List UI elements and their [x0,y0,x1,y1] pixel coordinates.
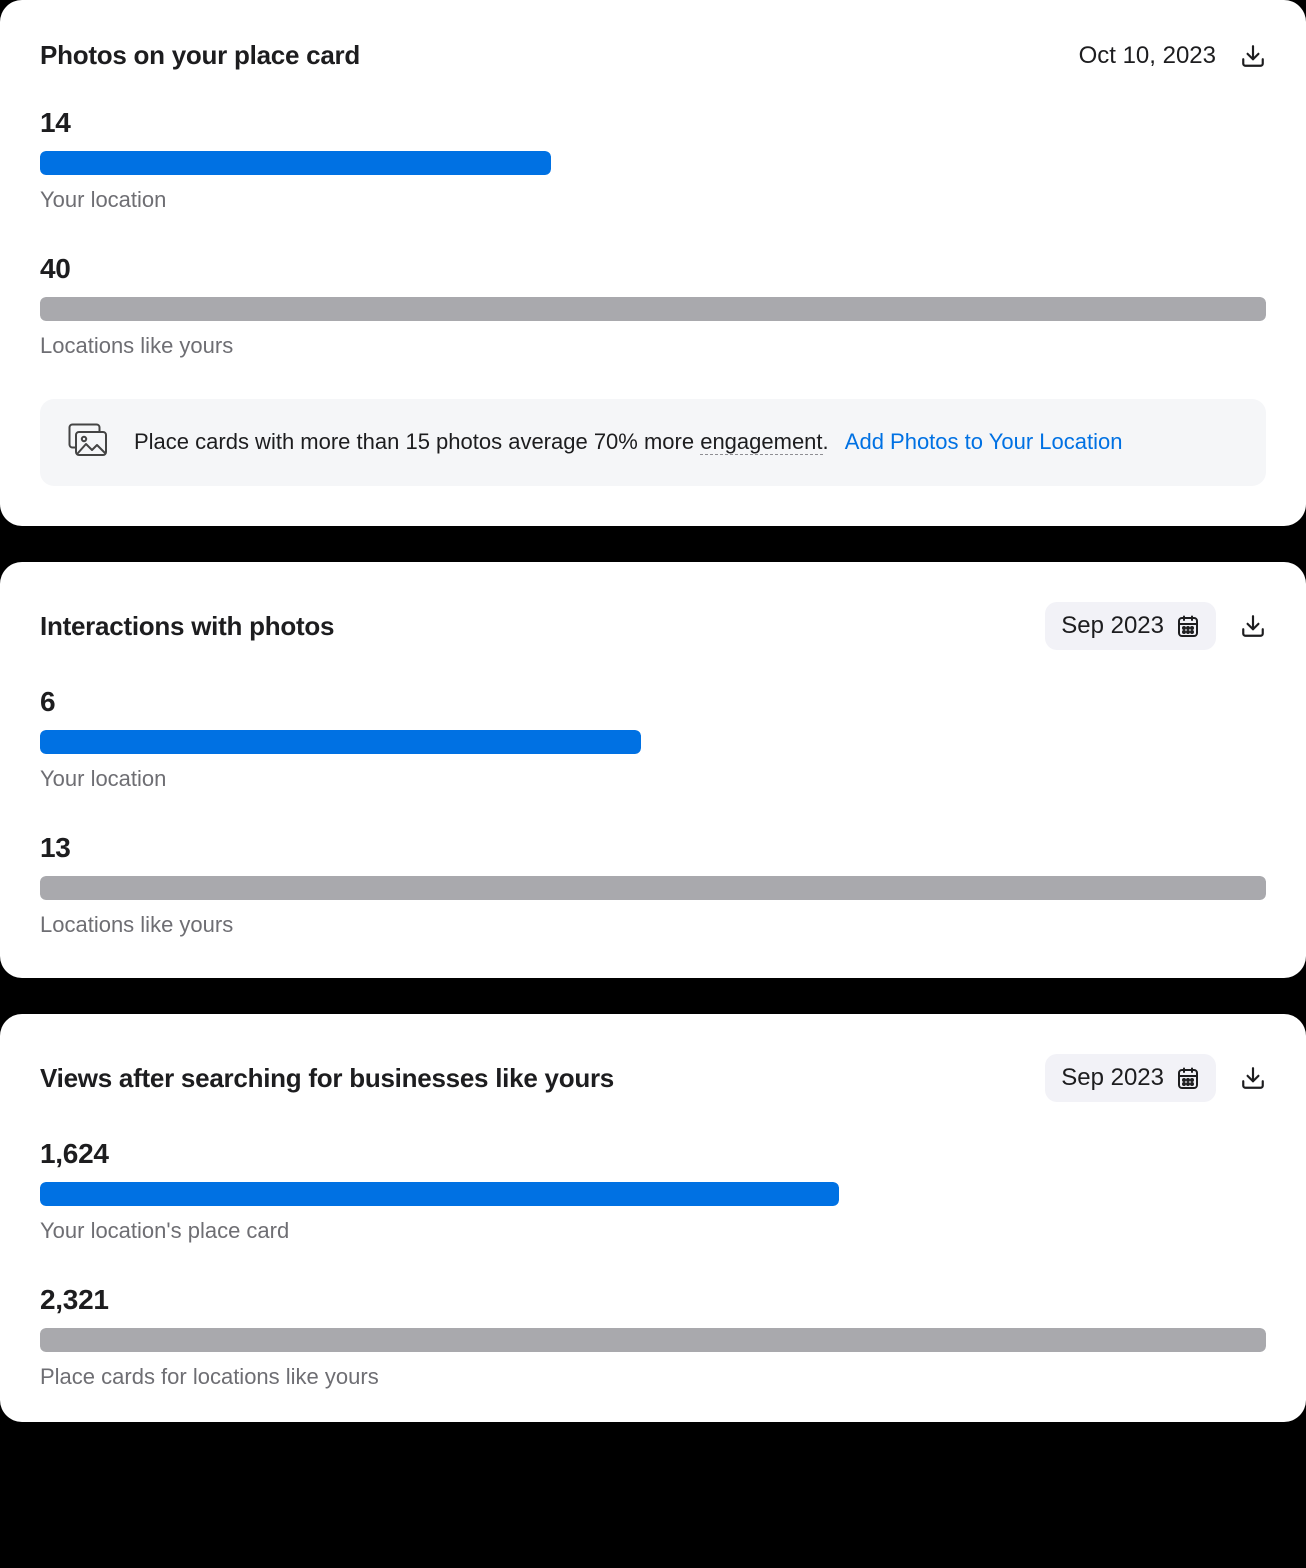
card-title: Views after searching for businesses lik… [40,1063,614,1094]
metric-caption: Locations like yours [40,333,1266,359]
download-button[interactable] [1240,43,1266,69]
date-range-button[interactable]: Sep 2023 [1045,602,1216,650]
bar-fill [40,297,1266,321]
tip-engagement-term: engagement [700,429,822,455]
calendar-icon [1176,614,1200,638]
metric-caption: Your location [40,766,1266,792]
bar-track [40,1182,839,1206]
card-title: Photos on your place card [40,40,360,71]
metric-value: 40 [40,253,1266,285]
tip-text-before: Place cards with more than 15 photos ave… [134,429,700,454]
tip-text: Place cards with more than 15 photos ave… [134,427,1122,458]
bar-track [40,730,641,754]
bar-fill [40,876,1266,900]
metric-value: 14 [40,107,1266,139]
card-header-right: Sep 2023 [1045,602,1266,650]
date-label: Oct 10, 2023 [1079,42,1216,70]
metric-locations-like-yours: 13 Locations like yours [40,832,1266,938]
card-views-after-searching: Views after searching for businesses lik… [0,1014,1306,1422]
bar-track [40,1328,1266,1352]
metric-value: 13 [40,832,1266,864]
calendar-icon [1176,1066,1200,1090]
bar-fill [40,1328,1266,1352]
bar-fill [40,151,551,175]
card-interactions-with-photos: Interactions with photos Sep 2023 6 Your… [0,562,1306,978]
metric-value: 1,624 [40,1138,1266,1170]
photos-icon [68,423,108,462]
metric-your-place-card: 1,624 Your location's place card [40,1138,1266,1244]
card-header: Photos on your place card Oct 10, 2023 [40,40,1266,71]
bar-fill [40,1182,839,1206]
bar-track [40,876,1266,900]
download-icon [1240,43,1266,69]
download-icon [1240,613,1266,639]
date-range-button[interactable]: Sep 2023 [1045,1054,1216,1102]
card-header-right: Oct 10, 2023 [1079,42,1266,70]
download-icon [1240,1065,1266,1091]
metric-caption: Locations like yours [40,912,1266,938]
metric-caption: Place cards for locations like yours [40,1364,1266,1390]
bar-track [40,151,551,175]
metric-locations-like-yours: 2,321 Place cards for locations like you… [40,1284,1266,1390]
metric-your-location: 14 Your location [40,107,1266,213]
download-button[interactable] [1240,1065,1266,1091]
card-header: Views after searching for businesses lik… [40,1054,1266,1102]
metric-caption: Your location [40,187,1266,213]
metric-your-location: 6 Your location [40,686,1266,792]
metric-caption: Your location's place card [40,1218,1266,1244]
metric-locations-like-yours: 40 Locations like yours [40,253,1266,359]
tip-panel: Place cards with more than 15 photos ave… [40,399,1266,486]
card-header: Interactions with photos Sep 2023 [40,602,1266,650]
card-header-right: Sep 2023 [1045,1054,1266,1102]
tip-text-after: . [823,429,829,454]
metric-value: 2,321 [40,1284,1266,1316]
metric-value: 6 [40,686,1266,718]
add-photos-link[interactable]: Add Photos to Your Location [845,429,1123,454]
bar-track [40,297,1266,321]
bar-fill [40,730,641,754]
card-title: Interactions with photos [40,611,334,642]
download-button[interactable] [1240,613,1266,639]
card-photos-on-place-card: Photos on your place card Oct 10, 2023 1… [0,0,1306,526]
date-range-label: Sep 2023 [1061,1064,1164,1092]
date-range-label: Sep 2023 [1061,612,1164,640]
